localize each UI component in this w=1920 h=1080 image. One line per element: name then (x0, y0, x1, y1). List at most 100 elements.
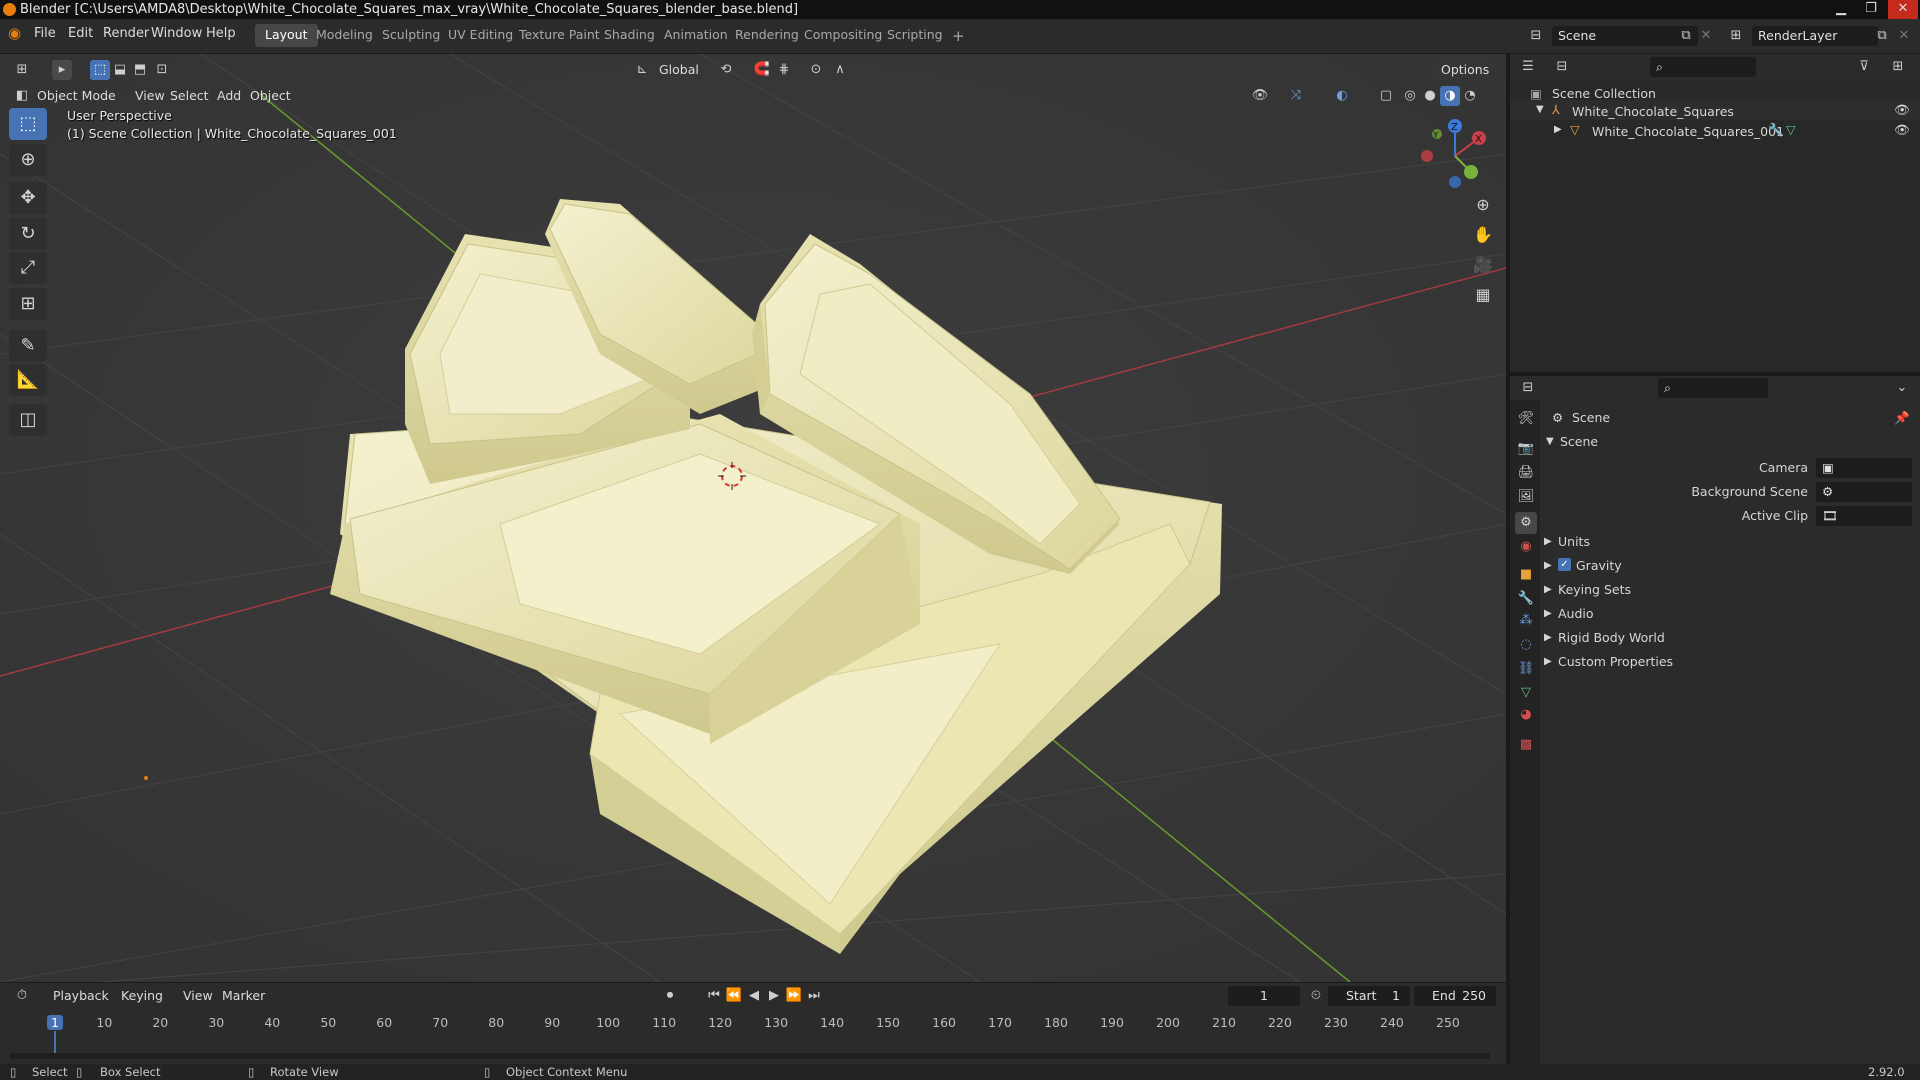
custom-properties-panel[interactable]: Custom Properties (1558, 654, 1673, 669)
panel-expand-icon[interactable]: ▶ (1544, 560, 1552, 571)
overlays-toggle-icon[interactable]: ◐ (1332, 86, 1352, 106)
material-shading-icon[interactable]: ◑ (1440, 86, 1460, 106)
snap-icon[interactable]: 🧲 (752, 60, 772, 80)
rendered-shading-icon[interactable]: ◔ (1460, 86, 1480, 106)
cursor-tool-icon[interactable]: ⊕ (9, 144, 47, 176)
expand-arrow-icon[interactable]: ▶ (1554, 124, 1562, 135)
outliner-item-white-chocolate-squares-001[interactable]: White_Chocolate_Squares_001 (1592, 124, 1784, 139)
outliner-search-input[interactable]: ⌕ (1650, 57, 1756, 77)
texture-tab-icon[interactable]: ▩ (1515, 734, 1537, 756)
scene-collection-row[interactable]: Scene Collection (1552, 86, 1656, 101)
maximize-button[interactable]: ❐ (1856, 0, 1886, 19)
outliner-item-white-chocolate-squares[interactable]: White_Chocolate_Squares (1572, 104, 1734, 119)
pivot-point-icon[interactable]: ⟲ (716, 60, 736, 80)
material-tab-icon[interactable]: ◕ (1515, 704, 1537, 726)
3d-viewport[interactable]: User Perspective (1) Scene Collection | … (0, 54, 1506, 982)
panel-expand-icon[interactable]: ▶ (1544, 536, 1552, 547)
world-tab-icon[interactable]: ◉ (1515, 536, 1537, 558)
area-divider[interactable] (1506, 54, 1510, 1064)
scene-panel-header[interactable]: Scene (1560, 434, 1598, 449)
keying-sets-panel[interactable]: Keying Sets (1558, 582, 1631, 597)
rotate-tool-icon[interactable]: ↻ (9, 218, 47, 250)
falloff-icon[interactable]: ∧ (830, 60, 850, 80)
menu-render[interactable]: Render (103, 26, 149, 41)
area-divider[interactable] (1510, 372, 1920, 376)
solid-shading-icon[interactable]: ● (1420, 86, 1440, 106)
playhead[interactable] (54, 1031, 56, 1053)
object-mode-dropdown[interactable]: Object Mode (30, 85, 123, 107)
delete-viewlayer-icon[interactable]: ✕ (1894, 26, 1914, 46)
outliner-editor-icon[interactable]: ☰ (1518, 57, 1538, 77)
visibility-eye-icon[interactable]: 👁 (1250, 86, 1270, 106)
snap-increment-icon[interactable]: ⋕ (774, 60, 794, 80)
scene-tab-icon[interactable]: ⚙ (1515, 512, 1537, 534)
menu-edit[interactable]: Edit (68, 26, 93, 41)
particles-tab-icon[interactable]: ⁂ (1515, 610, 1537, 632)
panel-collapse-icon[interactable]: ▼ (1546, 436, 1554, 447)
render-tab-icon[interactable]: 📷 (1515, 438, 1537, 460)
proportional-edit-icon[interactable]: ⊙ (806, 60, 826, 80)
scale-tool-icon[interactable]: ⤢ (9, 252, 47, 284)
background-scene-field[interactable]: ⚙ (1816, 482, 1912, 502)
properties-search-input[interactable]: ⌕ (1658, 378, 1768, 398)
menu-select[interactable]: Select (163, 85, 216, 107)
active-clip-field[interactable]: 🎞 (1816, 506, 1912, 526)
panel-expand-icon[interactable]: ▶ (1544, 632, 1552, 643)
data-tab-icon[interactable]: ▽ (1515, 682, 1537, 704)
visibility-toggle-icon[interactable]: 👁 (1894, 102, 1910, 118)
xray-toggle-icon[interactable]: ▢ (1376, 86, 1396, 106)
menu-help[interactable]: Help (206, 26, 236, 41)
visibility-toggle-icon[interactable]: 👁 (1894, 122, 1910, 138)
gravity-panel[interactable]: Gravity (1576, 558, 1622, 573)
constraints-tab-icon[interactable]: ⛓ (1515, 658, 1537, 680)
move-tool-icon[interactable]: ✥ (9, 182, 47, 214)
ortho-grid-icon[interactable]: ▦ (1468, 280, 1498, 310)
gizmo-toggle-icon[interactable]: ⤨ (1286, 86, 1306, 106)
audio-panel[interactable]: Audio (1558, 606, 1594, 621)
add-cube-tool-icon[interactable]: ◫ (9, 404, 47, 436)
annotate-tool-icon[interactable]: ✎ (9, 330, 47, 362)
gravity-checkbox[interactable]: ✓ (1558, 558, 1571, 571)
camera-field[interactable]: ▣ (1816, 458, 1912, 478)
options-dropdown[interactable]: Options (1434, 59, 1497, 81)
panel-expand-icon[interactable]: ▶ (1544, 608, 1552, 619)
rigid-body-world-panel[interactable]: Rigid Body World (1558, 630, 1665, 645)
viewlayer-name-field[interactable]: RenderLayer (1752, 26, 1878, 46)
selection-extend-icon[interactable]: ⬓ (110, 60, 130, 80)
menu-window[interactable]: Window (151, 26, 202, 41)
properties-options-icon[interactable]: ⌄ (1892, 378, 1912, 398)
menu-object[interactable]: Object (243, 85, 298, 107)
transform-tool-icon[interactable]: ⊞ (9, 288, 47, 320)
navigation-gizmo[interactable]: Z X Y (1415, 116, 1495, 196)
transform-orientation-dropdown[interactable]: Global (652, 59, 706, 81)
minimize-button[interactable]: ▁ (1826, 0, 1856, 19)
display-mode-icon[interactable]: ⊟ (1552, 57, 1572, 77)
physics-tab-icon[interactable]: ◌ (1515, 634, 1537, 656)
new-scene-icon[interactable]: ⧉ (1676, 26, 1696, 46)
panel-expand-icon[interactable]: ▶ (1544, 656, 1552, 667)
delete-scene-icon[interactable]: ✕ (1696, 26, 1716, 46)
object-tab-icon[interactable]: ■ (1515, 564, 1537, 586)
selection-intersect-icon[interactable]: ⊡ (152, 60, 172, 80)
scene-selector-icon[interactable]: ⊟ (1526, 26, 1546, 46)
blender-menu-icon[interactable]: ◉ (8, 24, 21, 42)
selection-new-icon[interactable]: ⬚ (90, 60, 110, 80)
expand-arrow-icon[interactable]: ▼ (1536, 104, 1544, 115)
output-tab-icon[interactable]: 🖨 (1515, 462, 1537, 484)
menu-file[interactable]: File (34, 26, 56, 41)
pin-icon[interactable]: 📌 (1894, 410, 1910, 426)
wireframe-shading-icon[interactable]: ◎ (1400, 86, 1420, 106)
selection-subtract-icon[interactable]: ⬒ (130, 60, 150, 80)
units-panel[interactable]: Units (1558, 534, 1590, 549)
filter-icon[interactable]: ⊽ (1854, 57, 1874, 77)
viewlayer-selector-icon[interactable]: ⊞ (1726, 26, 1746, 46)
new-collection-icon[interactable]: ⊞ (1888, 57, 1908, 77)
close-button[interactable]: ✕ (1888, 0, 1918, 19)
view-layer-tab-icon[interactable]: 🖼 (1515, 486, 1537, 508)
editor-type-icon[interactable]: ⊞ (12, 60, 32, 80)
new-viewlayer-icon[interactable]: ⧉ (1872, 26, 1892, 46)
tool-tab-icon[interactable]: 🛠 (1515, 408, 1537, 430)
pan-hand-icon[interactable]: ✋ (1468, 220, 1498, 250)
add-workspace-button[interactable]: + (942, 24, 975, 47)
properties-editor-icon[interactable]: ⊟ (1518, 378, 1538, 398)
